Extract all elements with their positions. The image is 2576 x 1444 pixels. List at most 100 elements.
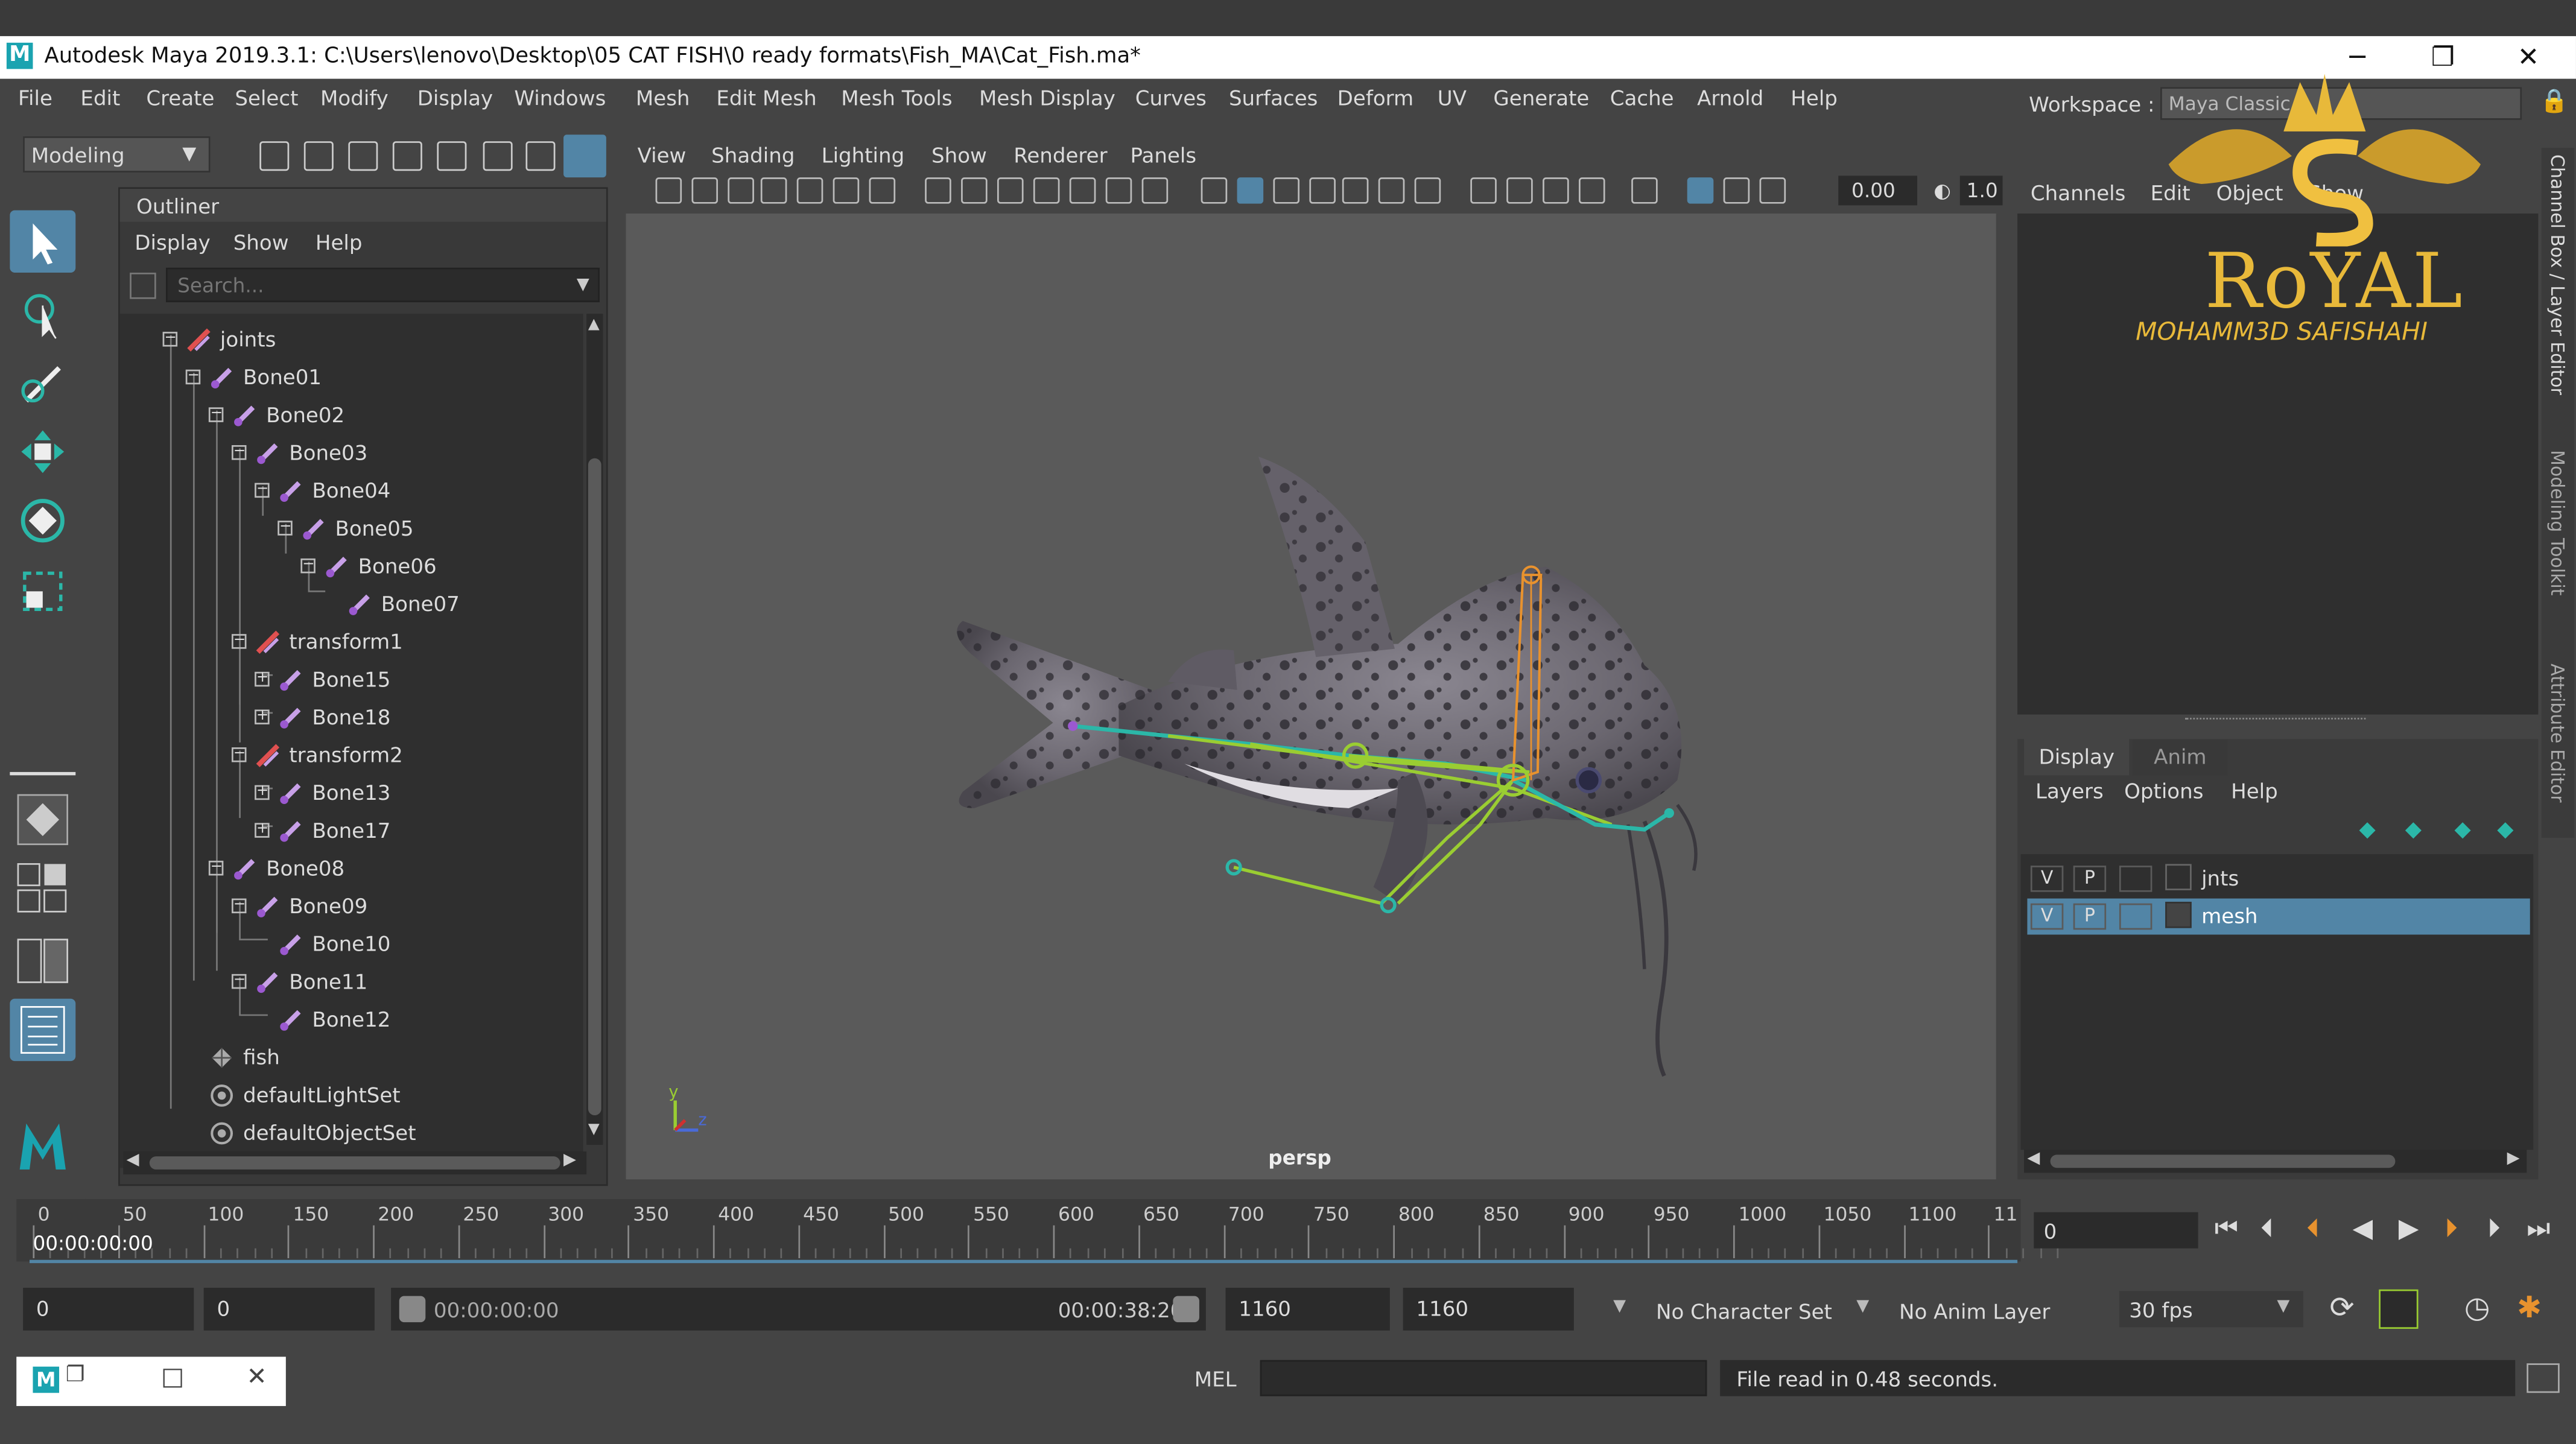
outliner-item-bone05[interactable]: − Bone05 [120, 511, 580, 547]
menu-uv[interactable]: UV [1438, 86, 1467, 110]
outliner-item-transform1[interactable]: − transform1 [120, 624, 580, 660]
outliner-menu-display[interactable]: Display [135, 230, 210, 255]
layer-visibility-toggle[interactable]: V [2030, 866, 2064, 892]
layer-row-jnts[interactable]: V P jnts [2027, 861, 2530, 897]
film-gate-icon[interactable] [961, 177, 988, 204]
anim-layer-label[interactable]: No Anim Layer [1899, 1299, 2050, 1324]
outliner-item-bone04[interactable]: − Bone04 [120, 473, 580, 509]
close-mini-icon[interactable]: ✕ [246, 1362, 267, 1392]
anim-start-field[interactable]: 0 [23, 1287, 194, 1331]
go-to-start-icon[interactable]: ⏮ [2215, 1212, 2238, 1245]
image-plane-icon[interactable] [796, 177, 823, 204]
search-dropdown-icon[interactable]: ▼ [577, 276, 589, 294]
menu-generate[interactable]: Generate [1493, 86, 1589, 110]
layer-name[interactable]: jnts [2201, 866, 2239, 890]
scroll-left-icon[interactable]: ◀ [2027, 1150, 2040, 1168]
gamma-icon[interactable]: ◐ [1934, 179, 1951, 202]
outliner-item-bone08[interactable]: − Bone08 [120, 851, 580, 887]
playback-start-field[interactable]: 0 [203, 1287, 375, 1331]
range-slider[interactable]: 00:00:00:00 00:00:38:20 [391, 1287, 1206, 1331]
select-components-icon[interactable] [483, 141, 513, 171]
xray-icon[interactable] [1342, 177, 1369, 204]
menu-file[interactable]: File [18, 86, 52, 110]
scroll-up-icon[interactable]: ▲ [588, 317, 600, 334]
menu-deform[interactable]: Deform [1337, 86, 1414, 110]
move-tool-icon[interactable] [10, 420, 75, 483]
isolate-select-icon[interactable] [1631, 177, 1658, 204]
outliner-item-joints[interactable]: − joints [120, 322, 580, 358]
range-end-handle[interactable] [1173, 1296, 1199, 1323]
outliner-item-transform2[interactable]: − transform2 [120, 738, 580, 774]
open-scene-icon[interactable] [303, 141, 334, 171]
select-hierarchy-icon[interactable] [392, 141, 422, 171]
restore-mini-icon[interactable]: ❐ [66, 1363, 85, 1388]
layer-color-swatch[interactable] [2165, 864, 2192, 890]
character-set-label[interactable]: No Character Set [1656, 1299, 1832, 1324]
gamma-field[interactable]: 1.0 [1959, 176, 2003, 206]
wireframe-icon[interactable] [1201, 177, 1228, 204]
anti-aliasing-icon[interactable] [1543, 177, 1569, 204]
xray-active-icon[interactable] [1723, 177, 1750, 204]
outliner-item-bone11[interactable]: − Bone11 [120, 964, 580, 1001]
snap-icon[interactable] [525, 141, 556, 171]
layer-display-type-toggle[interactable] [2119, 903, 2152, 930]
menu-mesh-tools[interactable]: Mesh Tools [841, 86, 952, 110]
anim-layer-dropdown-icon[interactable]: ▼ [1856, 1297, 1869, 1316]
lock-icon[interactable]: 🔒 [2540, 89, 2568, 115]
mel-label[interactable]: MEL [1194, 1367, 1237, 1392]
auto-key-icon[interactable] [2379, 1289, 2419, 1329]
outliner-item-bone18[interactable]: + Bone18 [120, 700, 580, 736]
select-camera-icon[interactable] [655, 177, 682, 204]
viewport-menu-show[interactable]: Show [931, 143, 987, 168]
play-backwards-icon[interactable]: ◀ [2353, 1212, 2373, 1244]
grid-icon[interactable] [925, 177, 951, 204]
layer-menu-help[interactable]: Help [2231, 779, 2278, 803]
save-scene-icon[interactable] [348, 141, 378, 171]
outliner-hscroll-thumb[interactable] [149, 1156, 560, 1170]
select-tool-icon[interactable] [10, 210, 76, 273]
range-start-handle[interactable] [399, 1296, 426, 1323]
collapse-icon[interactable]: − [231, 747, 247, 762]
2d-pan-zoom-icon[interactable] [833, 177, 860, 204]
outliner-search-input[interactable] [166, 267, 600, 303]
play-forwards-icon[interactable]: ▶ [2399, 1212, 2419, 1244]
tab-modeling-toolkit[interactable]: Modeling Toolkit [2546, 450, 2568, 595]
collapse-icon[interactable]: − [231, 973, 247, 989]
mel-command-input[interactable] [1260, 1360, 1707, 1396]
collapse-icon[interactable]: − [278, 520, 293, 536]
outliner-item-bone01[interactable]: − Bone01 [120, 359, 580, 396]
panel-splitter[interactable] [2184, 718, 2366, 723]
maximize-mini-icon[interactable]: □ [161, 1362, 185, 1392]
playback-speed-icon[interactable]: ◷ [2464, 1291, 2490, 1325]
outliner-item-bone02[interactable]: − Bone02 [120, 397, 580, 434]
grease-pencil-icon[interactable] [869, 177, 896, 204]
collapse-icon[interactable]: − [185, 369, 201, 385]
viewport-menu-renderer[interactable]: Renderer [1014, 143, 1107, 168]
outliner-item-bone03[interactable]: − Bone03 [120, 435, 580, 472]
outliner-item-bone06[interactable]: − Bone06 [120, 549, 580, 585]
wireframe-on-shaded-icon[interactable] [1309, 177, 1336, 204]
default-material-icon[interactable] [1273, 177, 1300, 204]
outliner-menu-help[interactable]: Help [316, 230, 363, 255]
outliner-item-fish[interactable]: fish [120, 1040, 580, 1076]
xray-joints-icon[interactable] [1687, 177, 1714, 204]
collapse-icon[interactable]: − [255, 482, 270, 498]
layer-hscroll-thumb[interactable] [2050, 1154, 2396, 1168]
menu-create[interactable]: Create [146, 86, 214, 110]
outliner-item-bone15[interactable]: + Bone15 [120, 662, 580, 698]
time-slider[interactable]: 0 50 100 150 200 250 300 350 400 450 500 550 600 650 7… [16, 1199, 2058, 1264]
bookmarks-icon[interactable] [760, 177, 787, 204]
single-perspective-layout-icon[interactable] [10, 788, 75, 850]
scroll-down-icon[interactable]: ▼ [588, 1122, 600, 1138]
menu-curves[interactable]: Curves [1135, 86, 1207, 110]
collapse-icon[interactable]: − [231, 445, 247, 460]
layer-playback-toggle[interactable]: P [2073, 866, 2107, 892]
shadows-icon[interactable] [1414, 177, 1441, 204]
viewport-menu-lighting[interactable]: Lighting [822, 143, 905, 168]
paint-select-tool-icon[interactable] [10, 352, 75, 414]
step-forward-key-icon[interactable]: ⏵ [2444, 1212, 2458, 1245]
four-view-layout-icon[interactable] [10, 858, 75, 920]
menu-help[interactable]: Help [1791, 86, 1838, 110]
scroll-left-icon[interactable]: ◀ [127, 1151, 139, 1170]
safe-action-icon[interactable] [1105, 177, 1132, 204]
